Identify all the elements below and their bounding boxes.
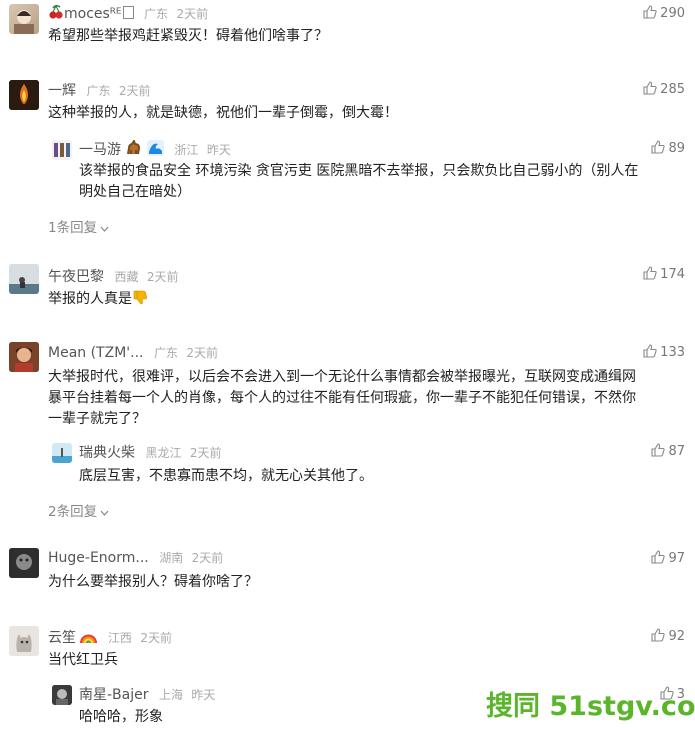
rainbow-icon bbox=[80, 630, 98, 648]
comment-location: 广东 bbox=[153, 346, 178, 360]
comment-user[interactable]: Mean (TZM'... 广东 2天前 bbox=[48, 344, 218, 361]
comment-text-line: 一辈子就完了？ bbox=[48, 411, 146, 427]
like-button[interactable]: 290 bbox=[643, 5, 685, 21]
like-button[interactable]: 285 bbox=[643, 81, 685, 97]
reply-location: 上海 bbox=[158, 688, 183, 702]
thumbs-up-icon bbox=[651, 443, 668, 459]
cherry-icon bbox=[48, 4, 64, 24]
reply-time: 2天前 bbox=[189, 446, 222, 460]
thumbs-up-icon bbox=[651, 550, 668, 566]
reply-time: 昨天 bbox=[191, 688, 216, 702]
thumbs-up-icon bbox=[643, 5, 660, 21]
like-button[interactable]: 92 bbox=[651, 628, 685, 644]
comment-location: 湖南 bbox=[159, 551, 184, 565]
comment-text-line: 大举报时代，很难评，以后会不会进入到一个无论什么事情都会被举报曝光，互联网变成通… bbox=[48, 369, 636, 385]
comment-text: 希望那些举报鸡赶紧毁灭！碍着他们啥事了？ bbox=[48, 28, 328, 44]
reply-avatar[interactable] bbox=[52, 140, 72, 160]
avatar[interactable] bbox=[9, 342, 39, 372]
like-count: 89 bbox=[668, 141, 685, 156]
reply-time: 昨天 bbox=[206, 143, 231, 157]
like-count: 290 bbox=[660, 6, 685, 21]
comment-time: 2天前 bbox=[146, 270, 179, 284]
avatar[interactable] bbox=[9, 4, 39, 34]
comment-time: 2天前 bbox=[140, 631, 173, 645]
like-button[interactable]: 133 bbox=[643, 344, 685, 360]
reply-text-line: 该举报的食品安全 环境污染 贪官污吏 医院黑暗不去举报，只会欺负比自己弱小的（别… bbox=[79, 163, 639, 179]
reply-like-button[interactable]: 87 bbox=[651, 443, 685, 459]
comment-location: 广东 bbox=[143, 7, 168, 21]
expand-replies-button[interactable]: 1条回复 bbox=[48, 216, 109, 236]
reply-like-button[interactable]: 89 bbox=[651, 140, 685, 156]
reply-location: 浙江 bbox=[174, 143, 199, 157]
thumbs-up-icon bbox=[643, 81, 660, 97]
reply-text-line: 明处自己在暗处） bbox=[79, 184, 191, 200]
like-count: 174 bbox=[660, 267, 685, 282]
comment-time: 2天前 bbox=[118, 84, 151, 98]
comment-user[interactable]: mocesᴿᴱ 广东 2天前 bbox=[48, 4, 208, 24]
comment-text: 为什么要举报别人？碍着你啥了？ bbox=[48, 574, 258, 590]
comment-user[interactable]: 一辉 广东 2天前 bbox=[48, 80, 151, 100]
like-count: 87 bbox=[668, 444, 685, 459]
reply-user[interactable]: 瑞典火柴 黑龙江 2天前 bbox=[79, 442, 222, 462]
like-count: 133 bbox=[660, 345, 685, 360]
reply-text: 底层互害，不患寡而患不均，就无心关其他了。 bbox=[79, 468, 373, 484]
reply-location: 黑龙江 bbox=[145, 446, 182, 460]
avatar[interactable] bbox=[9, 80, 39, 110]
chevron-down-icon bbox=[97, 220, 109, 236]
thumbs-up-icon bbox=[643, 344, 660, 360]
wave-icon bbox=[146, 140, 164, 160]
thumbs-down-icon bbox=[132, 289, 148, 312]
like-count: 285 bbox=[660, 82, 685, 97]
like-button[interactable]: 174 bbox=[643, 266, 685, 282]
comment-location: 西藏 bbox=[114, 270, 139, 284]
comment-user[interactable]: 云笙 江西 2天前 bbox=[48, 627, 172, 648]
like-count: 92 bbox=[668, 629, 685, 644]
comment-time: 2天前 bbox=[186, 346, 219, 360]
comment-time: 2天前 bbox=[176, 7, 209, 21]
comment-time: 2天前 bbox=[191, 551, 224, 565]
reply-text: 哈哈哈，形象 bbox=[79, 709, 163, 725]
avatar[interactable] bbox=[9, 548, 39, 578]
reply-avatar[interactable] bbox=[52, 685, 72, 705]
comment-text-line: 暴平台挂着每一个人的肖像，每个人的过往不能有任何瑕疵，你一辈子不能犯任何错误，不… bbox=[48, 390, 636, 406]
reply-user[interactable]: 南星-Bajer 上海 昨天 bbox=[79, 684, 215, 704]
comment-user[interactable]: Huge-Enorm... 湖南 2天前 bbox=[48, 549, 223, 566]
thumbs-up-icon bbox=[643, 266, 660, 282]
like-count: 97 bbox=[668, 551, 685, 566]
avatar[interactable] bbox=[9, 626, 39, 656]
like-button[interactable]: 97 bbox=[651, 550, 685, 566]
comment-text: 举报的人真是 bbox=[48, 289, 148, 312]
thumbs-up-icon bbox=[651, 628, 668, 644]
horse-icon bbox=[125, 138, 142, 160]
comment-text: 当代红卫兵 bbox=[48, 652, 118, 668]
thumbs-up-icon bbox=[651, 140, 668, 156]
reply-avatar[interactable] bbox=[52, 443, 72, 463]
chevron-down-icon bbox=[97, 504, 109, 520]
avatar[interactable] bbox=[9, 264, 39, 294]
comment-text: 这种举报的人，就是缺德，祝他们一辈子倒霉，倒大霉！ bbox=[48, 105, 398, 121]
reply-user[interactable]: 一马游 浙江 昨天 bbox=[79, 138, 231, 160]
watermark: 搜同 51stgv.com bbox=[486, 691, 695, 722]
comment-location: 江西 bbox=[107, 631, 132, 645]
comment-user[interactable]: 午夜巴黎 西藏 2天前 bbox=[48, 266, 179, 286]
expand-replies-button[interactable]: 2条回复 bbox=[48, 500, 109, 520]
comment-location: 广东 bbox=[86, 84, 111, 98]
